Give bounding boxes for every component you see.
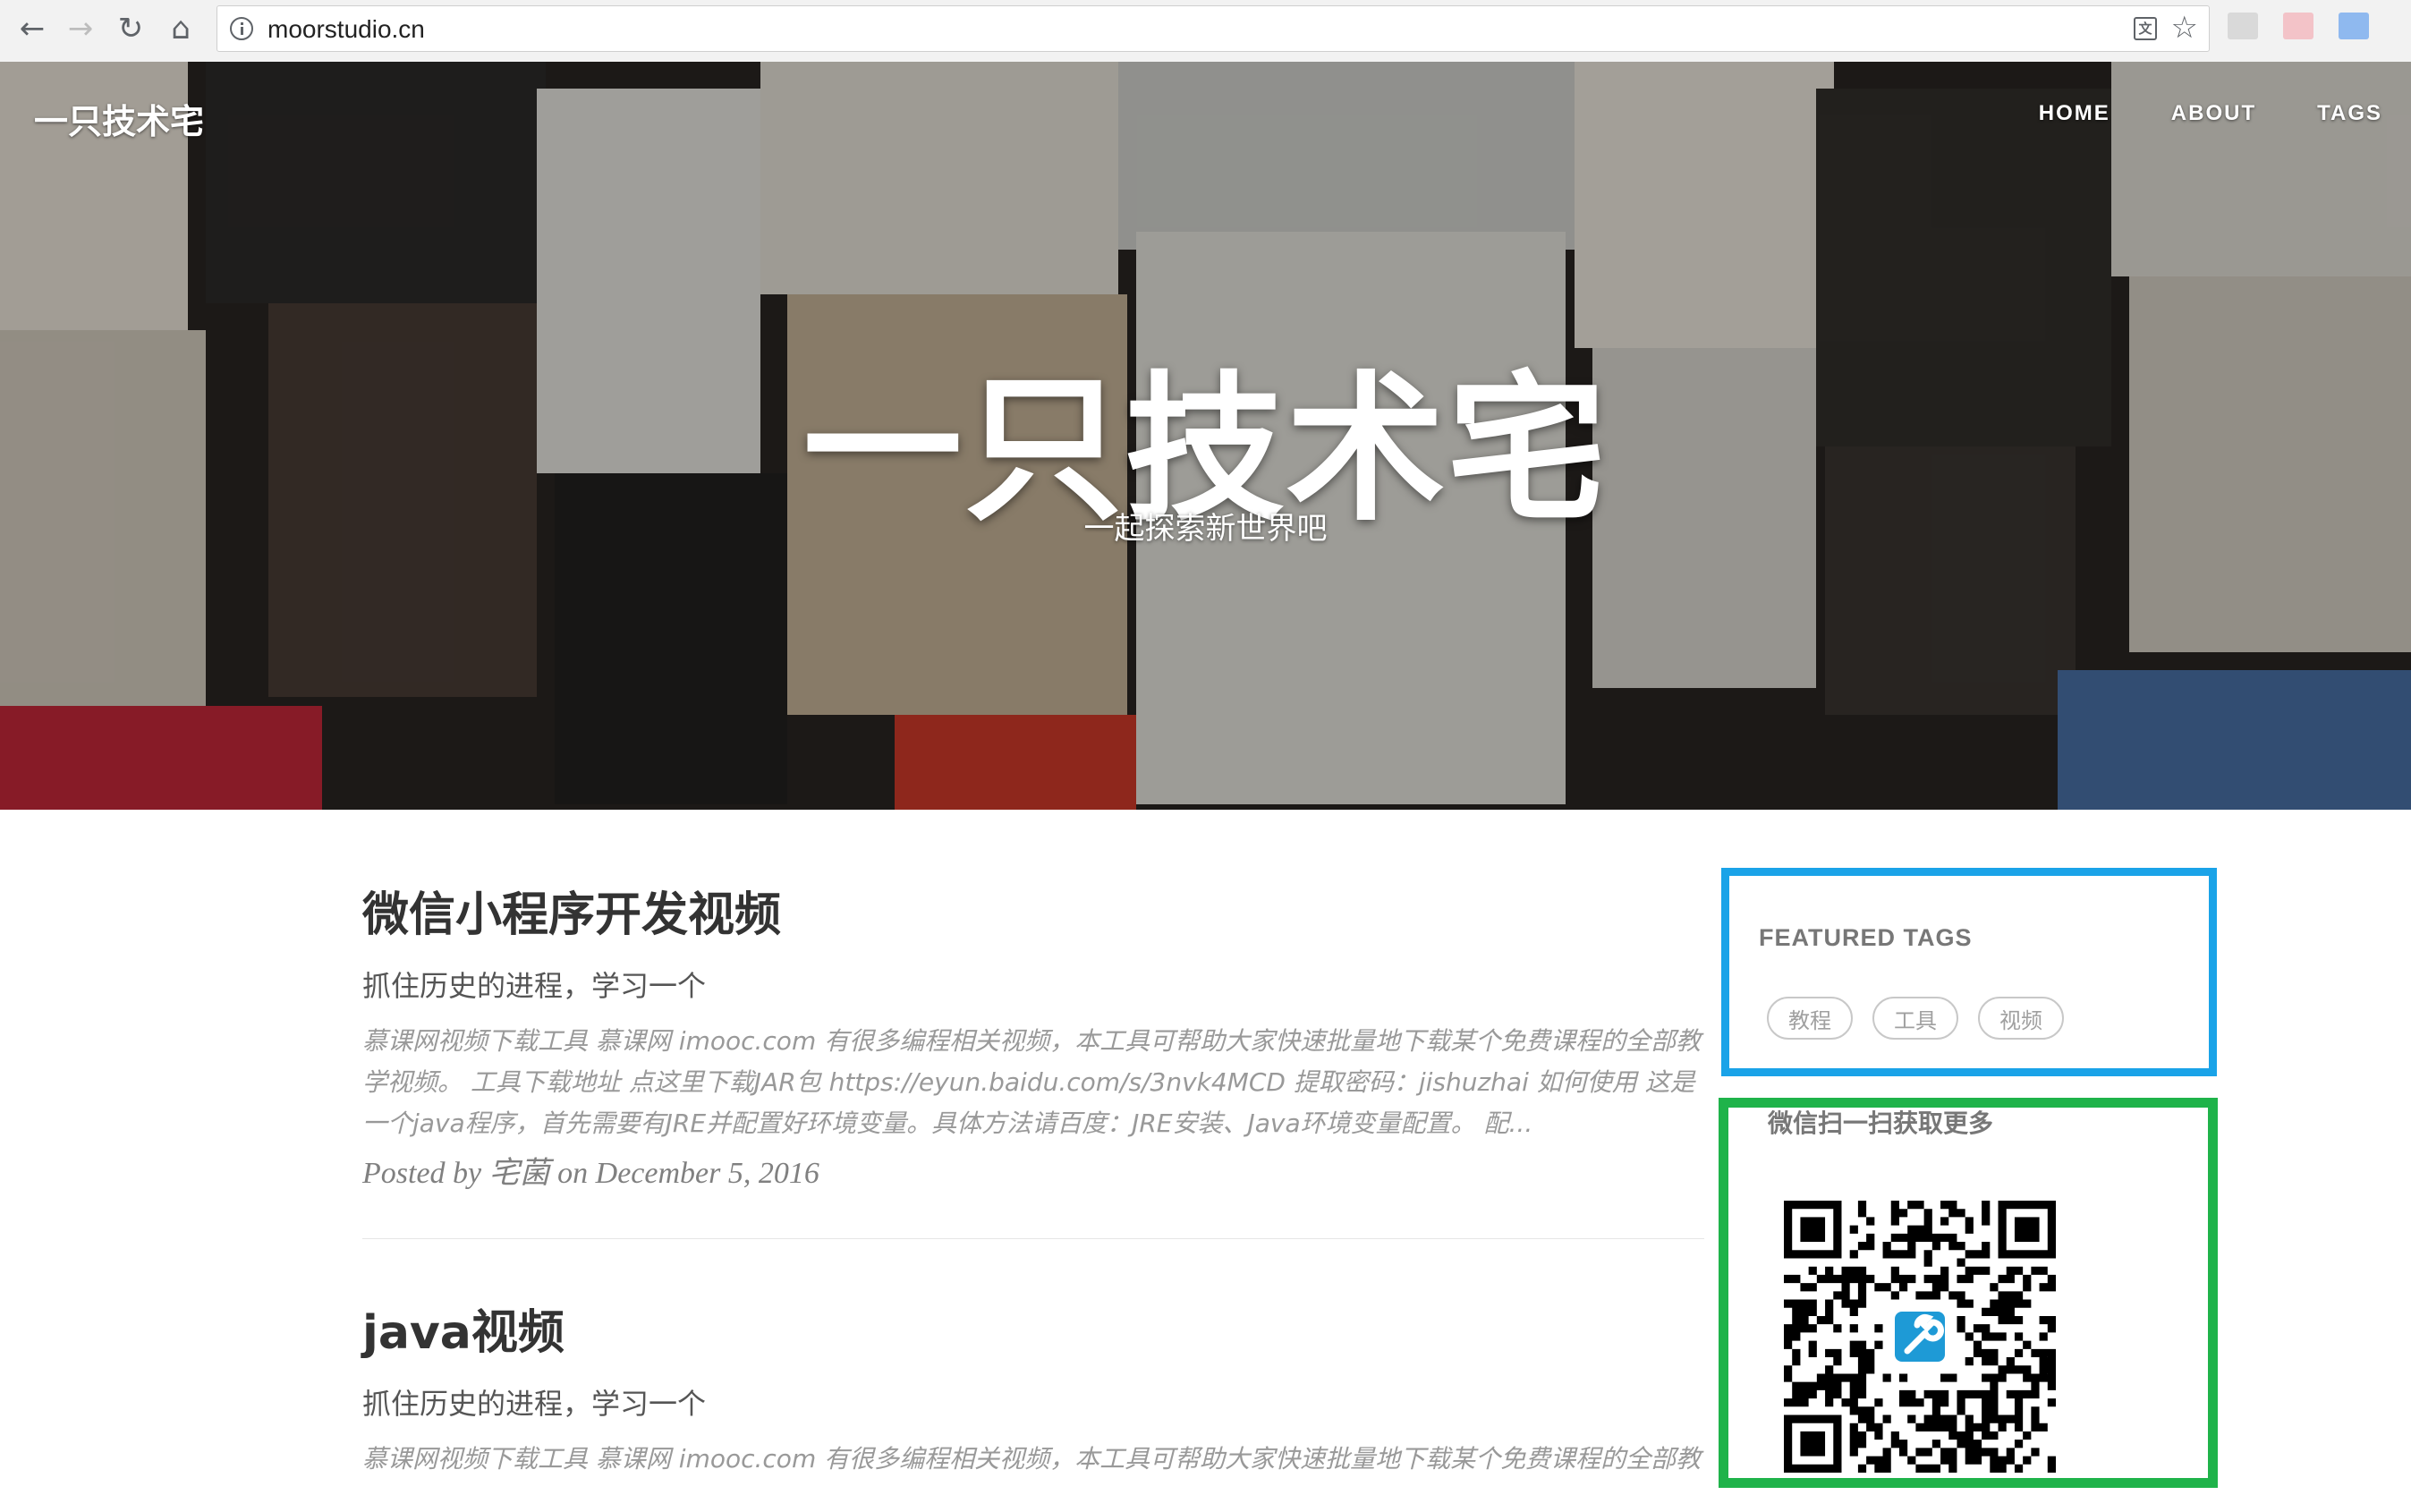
post-meta: Posted by 宅菌 on December 5, 2016 [362, 1148, 1704, 1192]
top-navigation: HOME ABOUT TAGS [2039, 101, 2382, 126]
url-text[interactable]: moorstudio.cn [267, 15, 425, 44]
post-excerpt[interactable]: 慕课网视频下载工具 慕课网 imooc.com 有很多编程相关视频，本工具可帮助… [362, 1021, 1704, 1144]
extension-icon[interactable] [2228, 13, 2258, 39]
tag-list: 教程 工具 视频 [1767, 997, 2064, 1040]
featured-tags-panel: FEATURED TAGS 教程 工具 视频 [1721, 868, 2217, 1076]
extension-icon[interactable] [2283, 13, 2313, 39]
tag-tools[interactable]: 工具 [1872, 997, 1958, 1040]
wechat-qr-panel: 微信扫一扫获取更多 [1719, 1098, 2218, 1488]
post-title[interactable]: java视频 [362, 1295, 1704, 1362]
address-bar[interactable]: moorstudio.cn 文 ☆ [216, 5, 2210, 52]
featured-tags-heading: FEATURED TAGS [1759, 924, 1973, 951]
nav-about[interactable]: ABOUT [2171, 101, 2256, 126]
post-list: 微信小程序开发视频 抓住历史的进程，学习一个 慕课网视频下载工具 慕课网 imo… [362, 877, 1704, 1512]
post-item[interactable]: 微信小程序开发视频 抓住历史的进程，学习一个 慕课网视频下载工具 慕课网 imo… [362, 877, 1704, 1192]
qr-code-image [1784, 1201, 2056, 1473]
extension-icon[interactable] [2339, 13, 2369, 39]
back-icon[interactable]: ← [13, 9, 52, 48]
forward-icon[interactable]: → [61, 9, 100, 48]
meta-on: on [557, 1157, 589, 1190]
reload-icon[interactable]: ↻ [111, 9, 150, 48]
post-title[interactable]: 微信小程序开发视频 [362, 877, 1704, 944]
hero-banner: 一只技术宅 HOME ABOUT TAGS 一只技术宅 一起探索新世界吧 [0, 62, 2411, 810]
wechat-qr-code [1784, 1201, 2056, 1473]
post-divider [362, 1238, 1704, 1239]
post-author-link[interactable]: 宅菌 [489, 1157, 550, 1190]
post-date: December 5, 2016 [595, 1157, 819, 1190]
translate-icon[interactable]: 文 [2134, 17, 2157, 40]
qr-finder-pattern [2014, 1217, 2040, 1243]
qr-heading: 微信扫一扫获取更多 [1768, 1109, 1994, 1138]
tag-video[interactable]: 视频 [1978, 997, 2064, 1040]
post-subtitle[interactable]: 抓住历史的进程，学习一个 [362, 964, 1704, 1005]
bookmark-star-icon[interactable]: ☆ [2171, 10, 2198, 46]
home-icon[interactable]: ⌂ [161, 9, 200, 48]
nav-tags[interactable]: TAGS [2317, 101, 2382, 126]
hero-subtitle: 一起探索新世界吧 [1083, 511, 1328, 547]
meta-posted-by: Posted by [362, 1157, 482, 1190]
post-subtitle[interactable]: 抓住历史的进程，学习一个 [362, 1381, 1704, 1423]
browser-toolbar: ← → ↻ ⌂ moorstudio.cn 文 ☆ [0, 0, 2411, 63]
tag-tutorial[interactable]: 教程 [1767, 997, 1853, 1040]
qr-finder-pattern [1800, 1431, 1826, 1457]
site-brand[interactable]: 一只技术宅 [34, 94, 204, 143]
post-item[interactable]: java视频 抓住历史的进程，学习一个 慕课网视频下载工具 慕课网 imooc.… [362, 1295, 1704, 1480]
info-icon[interactable] [230, 17, 253, 40]
nav-home[interactable]: HOME [2039, 101, 2110, 126]
qr-finder-pattern [1800, 1217, 1826, 1243]
post-excerpt[interactable]: 慕课网视频下载工具 慕课网 imooc.com 有很多编程相关视频，本工具可帮助… [362, 1439, 1704, 1480]
